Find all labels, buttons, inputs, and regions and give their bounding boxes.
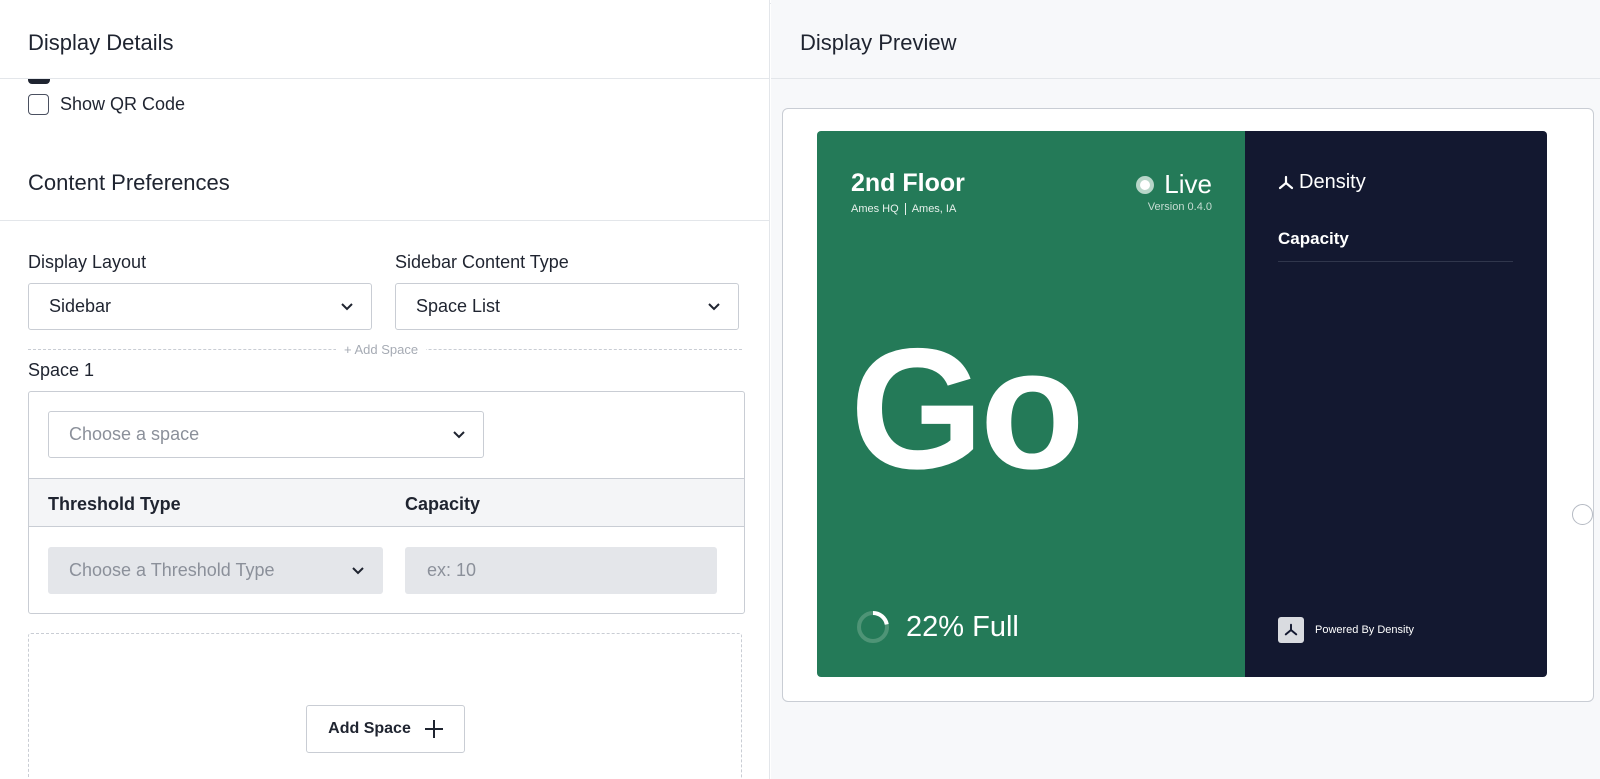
- floor-name: 2nd Floor: [851, 169, 965, 197]
- threshold-type-header: Threshold Type: [48, 494, 181, 514]
- sidebar-content-type-select[interactable]: Space List: [395, 283, 739, 330]
- sidebar-heading: Capacity: [1278, 229, 1349, 248]
- chevron-down-icon: [708, 303, 720, 311]
- display-screen: 2nd Floor Ames HQ Ames, IA Live Version …: [817, 131, 1547, 677]
- powered-by-label: Powered By Density: [1315, 624, 1415, 636]
- add-space-button[interactable]: Add Space: [306, 705, 465, 753]
- live-label: Live: [1164, 169, 1212, 199]
- capacity-input[interactable]: ex: 10: [405, 547, 717, 594]
- plus-icon: [424, 720, 443, 738]
- threshold-table-header: Threshold Type Capacity: [29, 478, 744, 527]
- content-preferences-title: Content Preferences: [28, 170, 230, 195]
- powered-logo-icon: [1278, 617, 1304, 643]
- choose-space-placeholder: Choose a space: [69, 424, 200, 444]
- show-qr-code-checkbox[interactable]: [28, 94, 49, 115]
- density-brand: Density: [1278, 171, 1366, 194]
- sidebar-content-type-value: Space List: [416, 296, 501, 316]
- show-qr-code-row[interactable]: Show QR Code: [28, 94, 185, 115]
- capacity-header: Capacity: [405, 494, 481, 514]
- threshold-type-placeholder: Choose a Threshold Type: [69, 560, 275, 580]
- fullness-label: 22% Full: [906, 610, 1019, 643]
- sidebar-content-type-label: Sidebar Content Type: [395, 252, 569, 272]
- status-area: 2nd Floor Ames HQ Ames, IA Live Version …: [817, 131, 1245, 677]
- display-preview-panel: Display Preview 2nd Floor Ames HQ Ames, …: [771, 0, 1600, 779]
- display-layout-select[interactable]: Sidebar: [28, 283, 372, 330]
- details-title: Display Details: [28, 30, 174, 55]
- live-indicator: Live: [1136, 169, 1212, 200]
- fullness-ring-icon: [857, 611, 889, 643]
- display-layout-label: Display Layout: [28, 252, 147, 272]
- display-details-panel: Hide Current Count Display Details Show …: [0, 0, 770, 779]
- floor-location: Ames HQ Ames, IA: [851, 203, 956, 215]
- threshold-type-select[interactable]: Choose a Threshold Type: [48, 547, 383, 594]
- powered-by: Powered By Density: [1278, 617, 1414, 643]
- chevron-down-icon: [352, 567, 364, 575]
- preview-frame: 2nd Floor Ames HQ Ames, IA Live Version …: [782, 108, 1594, 702]
- go-signal: Go: [850, 313, 1085, 505]
- details-header: Display Details: [0, 4, 769, 79]
- preview-toggle-radio[interactable]: [1572, 504, 1593, 525]
- add-space-button-label: Add Space: [328, 720, 411, 737]
- show-qr-code-label: Show QR Code: [60, 94, 186, 114]
- sidebar-divider: [1278, 261, 1513, 262]
- chevron-down-icon: [453, 431, 465, 439]
- space-1-card: Choose a space Threshold Type Capacity C…: [28, 391, 745, 614]
- building-name: Ames HQ: [851, 203, 899, 215]
- density-logo-icon: [1278, 175, 1294, 189]
- space-1-label: Space 1: [28, 360, 95, 380]
- preview-title: Display Preview: [800, 30, 957, 55]
- fullness-indicator: 22% Full: [855, 609, 1019, 645]
- version-label: Version 0.4.0: [1147, 201, 1212, 213]
- add-space-link[interactable]: + Add Space: [336, 342, 427, 357]
- brand-name: Density: [1299, 171, 1366, 193]
- chevron-down-icon: [341, 303, 353, 311]
- live-dot-icon: [1136, 175, 1155, 194]
- choose-space-select[interactable]: Choose a space: [48, 411, 484, 458]
- preview-header: Display Preview: [771, 4, 1600, 79]
- city-name: Ames, IA: [911, 203, 957, 215]
- capacity-placeholder: ex: 10: [427, 560, 477, 580]
- location-separator: [904, 203, 906, 215]
- section-divider: [0, 220, 769, 221]
- sidebar-area: Density Capacity Powered By Density: [1245, 131, 1547, 677]
- display-layout-value: Sidebar: [49, 296, 112, 316]
